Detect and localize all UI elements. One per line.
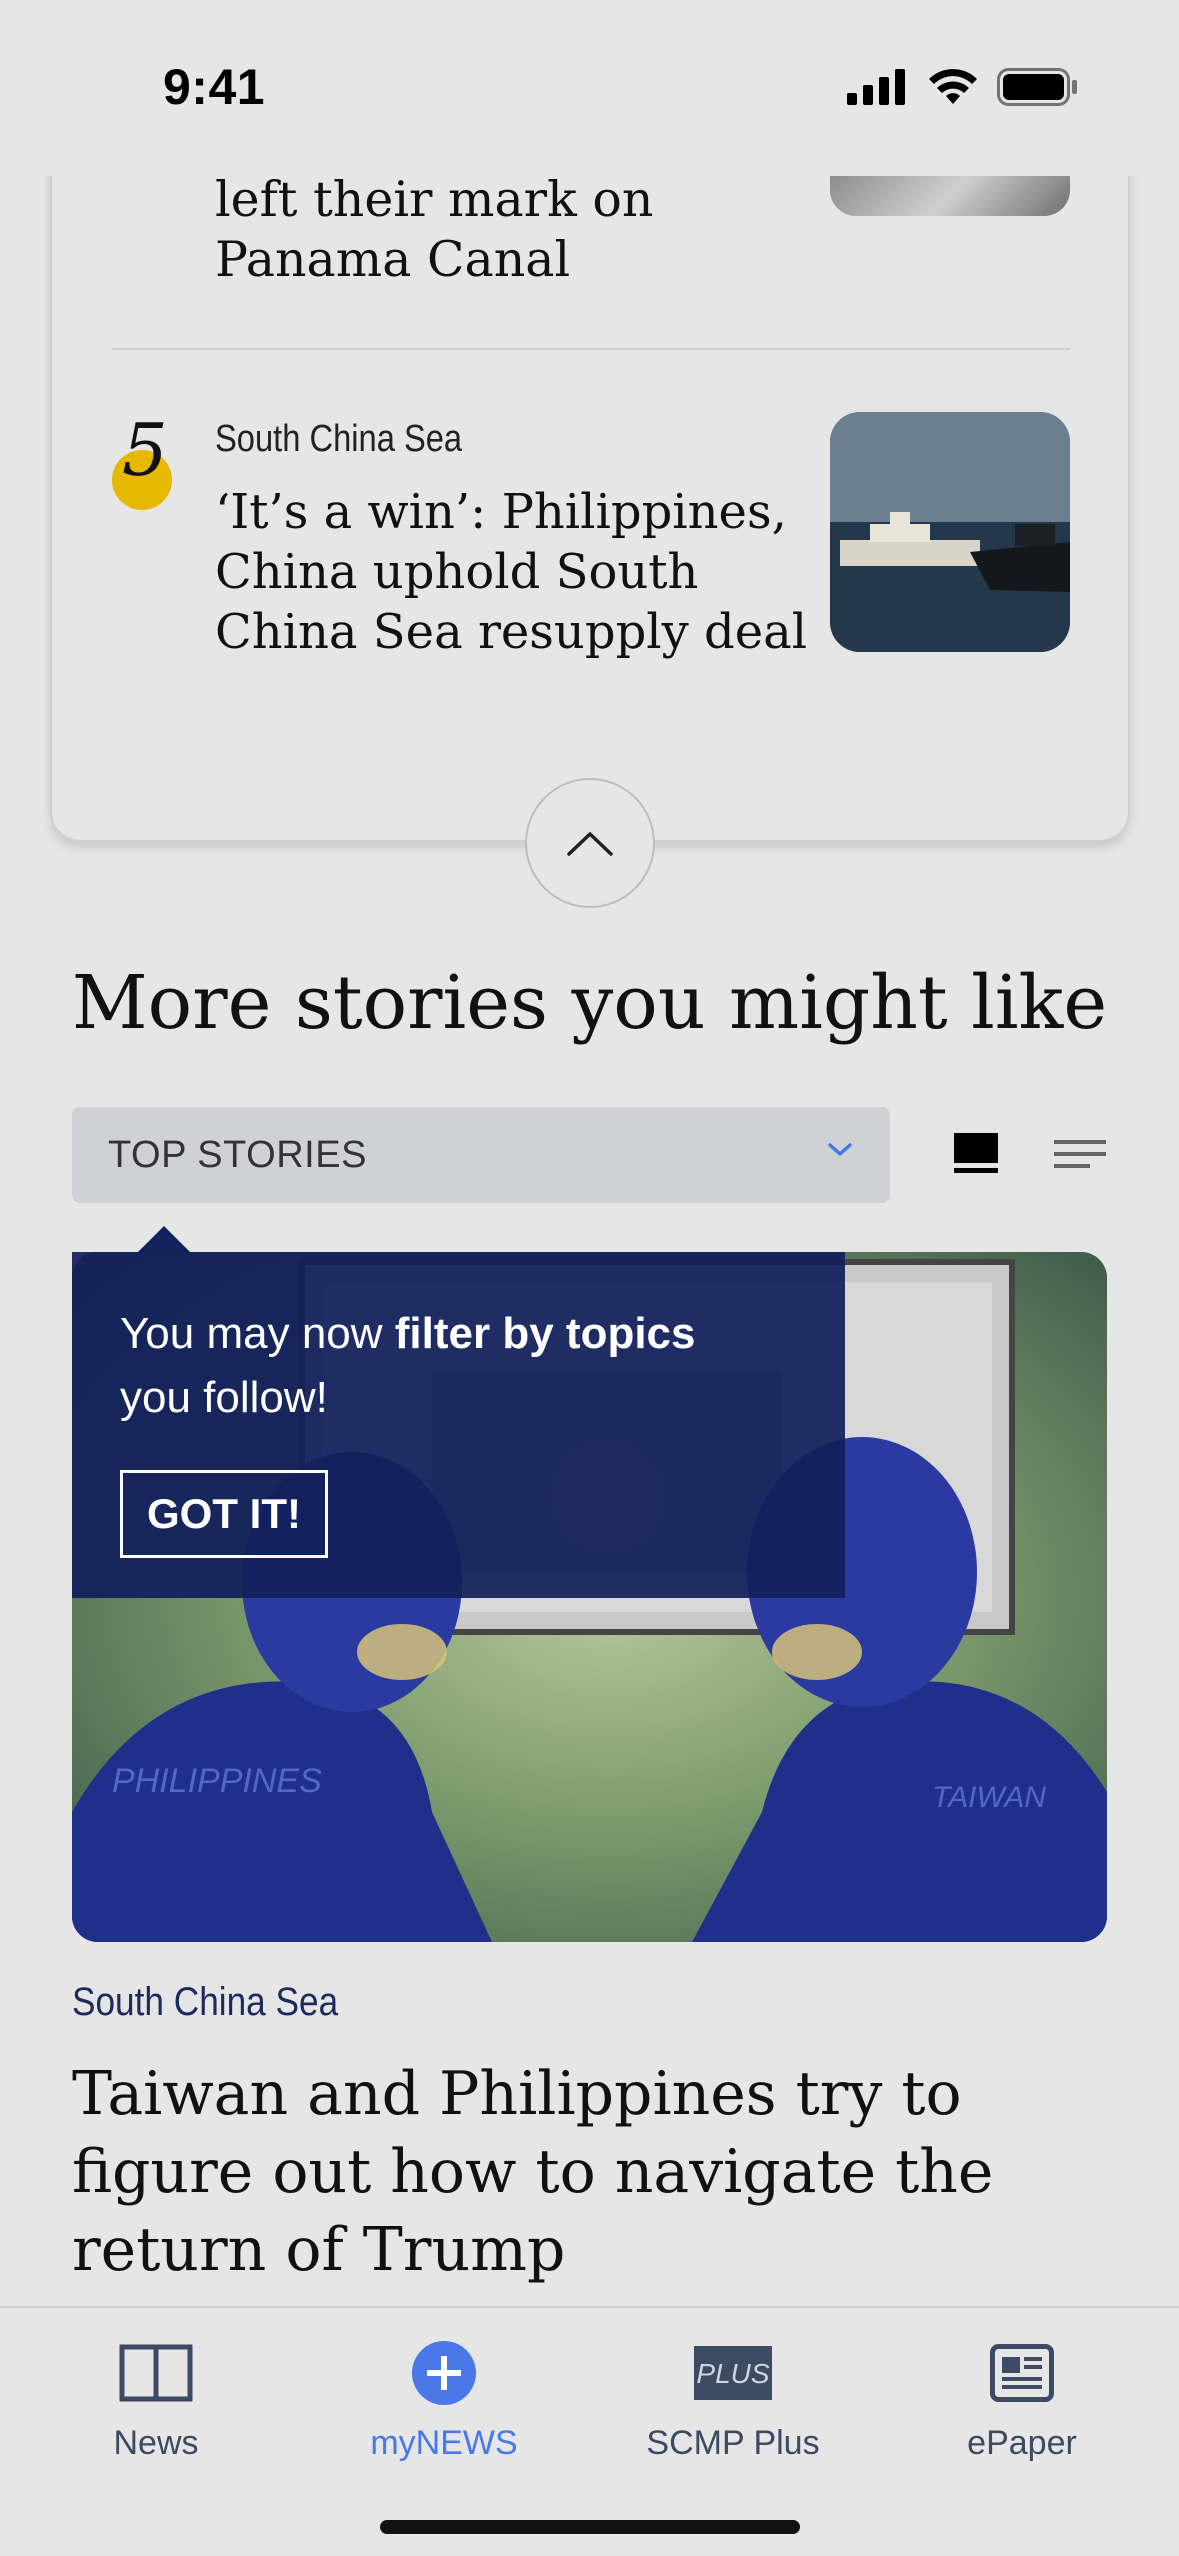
chevron-down-icon [828, 1143, 852, 1156]
plus-badge-text: PLUS [696, 2358, 769, 2389]
filter-tooltip: You may now filter by topics you follow!… [72, 1252, 845, 1598]
plus-badge-icon: PLUS [694, 2346, 772, 2400]
nav-item-epaper[interactable]: ePaper [892, 2338, 1152, 2463]
trending-prev-thumbnail[interactable] [830, 172, 1070, 216]
got-it-button[interactable]: GOT IT! [120, 1470, 328, 1558]
filter-value: TOP STORIES [108, 1133, 367, 1176]
nav-item-scmp-plus[interactable]: PLUS SCMP Plus [603, 2338, 863, 2463]
plus-circle-icon [412, 2341, 476, 2405]
nav-label-epaper: ePaper [967, 2424, 1077, 2462]
trending-thumbnail[interactable] [830, 412, 1070, 652]
story-topic[interactable]: South China Sea [72, 1980, 338, 2025]
status-time: 9:41 [163, 59, 266, 115]
status-bar: 9:41 [0, 0, 1179, 176]
wifi-icon [929, 69, 977, 104]
large-view-icon[interactable] [952, 1133, 1002, 1175]
trending-prev-headline[interactable]: left their mark on Panama Canal [215, 170, 835, 290]
collapse-button[interactable] [525, 778, 655, 908]
nav-label-news: News [113, 2424, 199, 2462]
ships-illustration [830, 412, 1070, 652]
image-label-right: TAIWAN [932, 1781, 1046, 1814]
nav-label-mynews: myNEWS [370, 2424, 518, 2462]
nav-label-scmp-plus: SCMP Plus [646, 2424, 820, 2462]
newspaper-icon [990, 2344, 1054, 2402]
tooltip-text: You may now filter by topics you follow! [120, 1309, 696, 1422]
trending-card: left their mark on Panama Canal 5 South … [50, 100, 1130, 842]
nav-item-mynews[interactable]: myNEWS [314, 2338, 574, 2463]
tooltip-arrow [138, 1226, 190, 1252]
nav-item-news[interactable]: News [26, 2338, 286, 2463]
cellular-signal-icon [847, 69, 905, 105]
bottom-nav: News myNEWS PLUS SCMP Plus ePaper [0, 2306, 1179, 2556]
topic-filter-select[interactable]: TOP STORIES [72, 1107, 890, 1203]
section-title: More stories you might like [71, 960, 1108, 1046]
trending-topic[interactable]: South China Sea [215, 418, 462, 461]
list-view-icon[interactable] [1054, 1140, 1106, 1170]
divider [112, 348, 1070, 350]
battery-icon [997, 68, 1077, 106]
book-icon [119, 2344, 193, 2402]
rank-number: 5 [122, 408, 168, 492]
trending-headline[interactable]: ‘It’s a win’: Philippines, China uphold … [215, 482, 855, 662]
home-indicator [380, 2520, 800, 2534]
chevron-up-icon [567, 832, 613, 856]
status-icons [847, 68, 1079, 106]
story-headline[interactable]: Taiwan and Philippines try to figure out… [72, 2055, 1112, 2289]
image-label-left: PHILIPPINES [112, 1762, 322, 1800]
